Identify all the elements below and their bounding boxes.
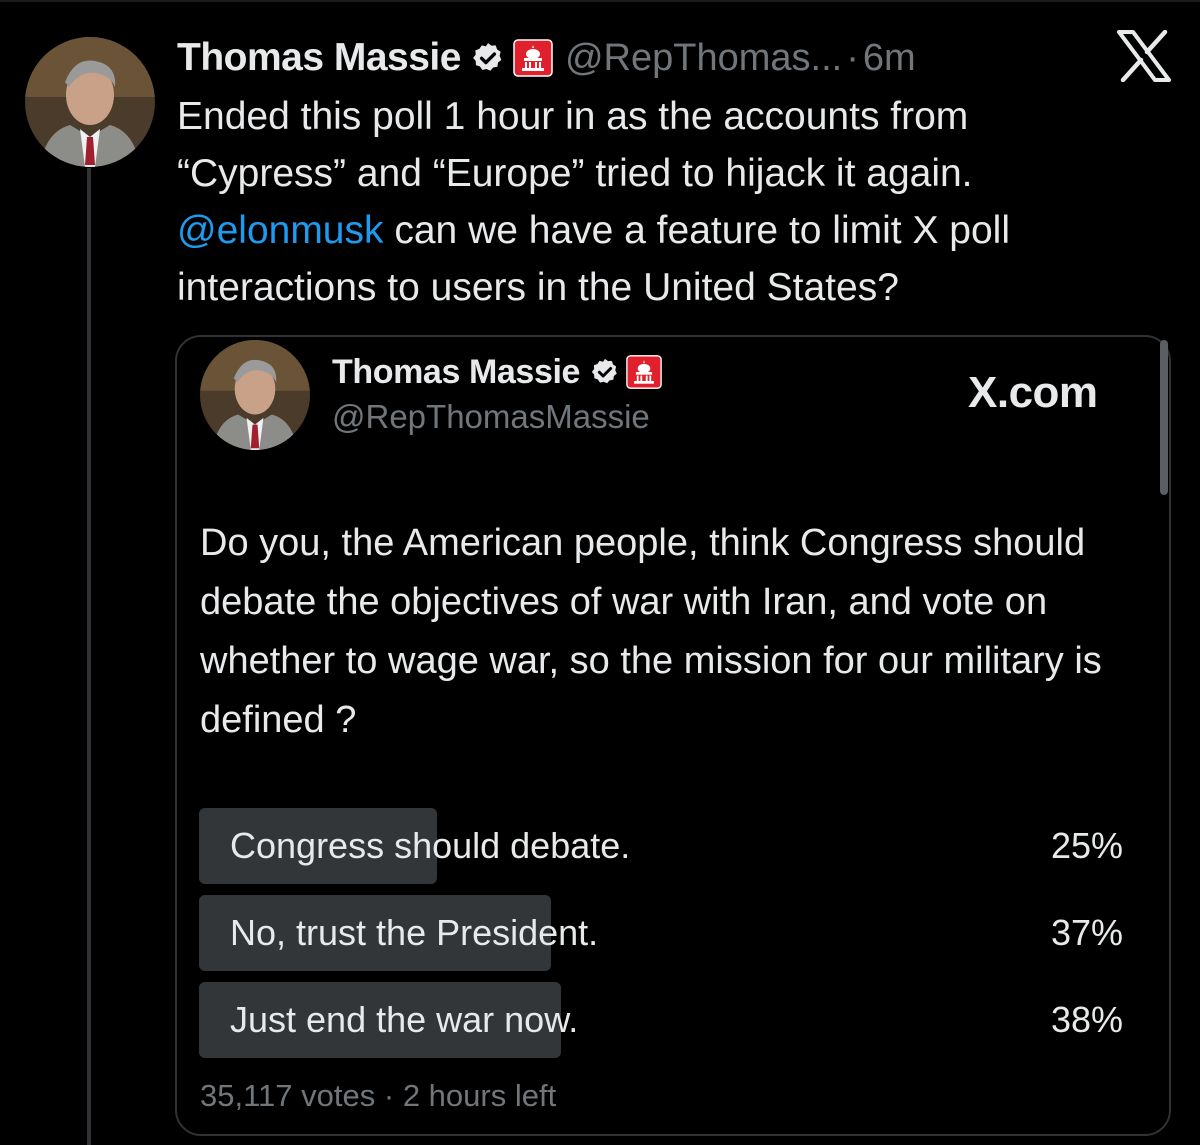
verified-badge-icon[interactable] [590, 357, 620, 387]
mention-link[interactable]: @elonmusk [177, 209, 384, 252]
tweet-body: Ended this poll 1 hour in as the account… [177, 88, 1177, 316]
poll-option[interactable]: No, trust the President. 37% [199, 895, 1123, 971]
poll-option-percent: 37% [1050, 912, 1123, 953]
author-avatar[interactable] [25, 37, 155, 167]
quoted-author-handle[interactable]: @RepThomasMassie [332, 398, 650, 436]
gop-badge-icon[interactable] [513, 39, 553, 77]
thread-connector-line [87, 168, 91, 1145]
quoted-tweet-header: Thomas Massie [332, 350, 662, 394]
top-divider [0, 0, 1200, 2]
poll-option-percent: 25% [1050, 825, 1123, 866]
poll-option-label: Congress should debate. [230, 825, 631, 866]
poll-vote-count: 35,117 votes [200, 1078, 376, 1113]
tweet-text-line: “Cypress” and “Europe” tried to hijack i… [177, 152, 973, 195]
poll-meta-separator: · [383, 1078, 395, 1113]
poll-meta: 35,117 votes · 2 hours left [200, 1078, 556, 1114]
quoted-author-avatar[interactable] [200, 340, 310, 450]
poll-option-label: Just end the war now. [230, 999, 579, 1040]
poll-option-label: No, trust the President. [230, 912, 599, 953]
quoted-author-name[interactable]: Thomas Massie [332, 353, 580, 392]
tweet-text-line: Ended this poll 1 hour in as the account… [177, 95, 969, 138]
tweet-timestamp[interactable]: 6m [863, 37, 916, 80]
scrollbar[interactable] [1160, 340, 1168, 495]
poll-time-left: 2 hours left [402, 1078, 557, 1113]
author-handle[interactable]: @RepThomas... [565, 37, 842, 80]
poll-option-percent: 38% [1050, 999, 1123, 1040]
poll-question: Do you, the American people, think Congr… [200, 522, 1102, 741]
source-label: X.com [968, 368, 1098, 417]
header-separator: · [846, 36, 859, 79]
poll-option[interactable]: Just end the war now. 38% [199, 982, 1123, 1058]
gop-badge-icon[interactable] [626, 354, 662, 390]
x-logo-icon[interactable] [1115, 29, 1173, 83]
poll-option[interactable]: Congress should debate. 25% [199, 808, 1123, 884]
author-name[interactable]: Thomas Massie [177, 36, 461, 80]
verified-badge-icon[interactable] [471, 41, 505, 75]
tweet-header: Thomas Massie @RepThomas... · 6m [177, 36, 916, 80]
tweet-text-line: @elonmusk can we have a feature to limit… [177, 202, 1177, 259]
tweet-text-line: interactions to users in the United Stat… [177, 266, 899, 309]
tweet-text-fragment: can we have a feature to limit X poll [383, 209, 1011, 252]
